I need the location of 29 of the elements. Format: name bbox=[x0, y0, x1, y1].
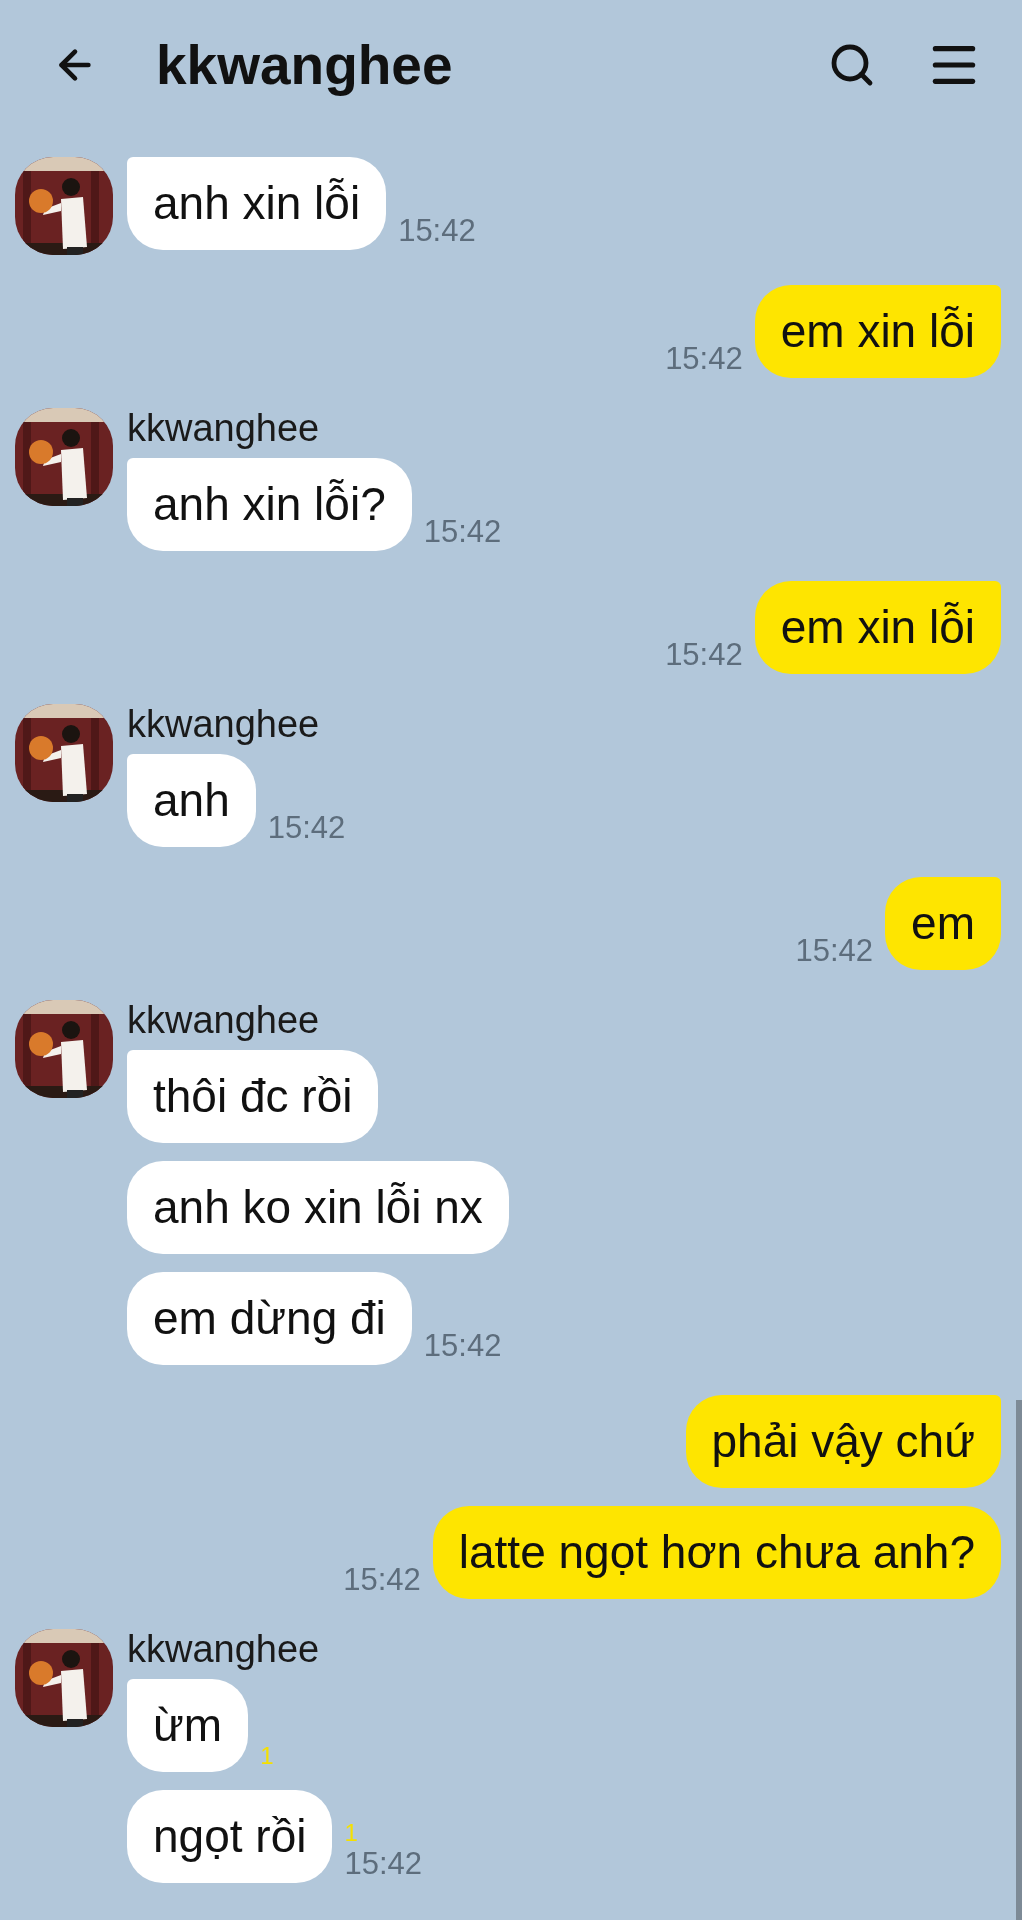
message-time: 15:42 bbox=[344, 1847, 422, 1881]
message-time: 15:42 bbox=[665, 638, 743, 672]
message-bubble: thôi đc rồi bbox=[127, 1050, 379, 1143]
message-bubble: ngọt rồi bbox=[127, 1790, 333, 1883]
unread-count: 1 bbox=[260, 1742, 274, 1770]
message-bubble: em bbox=[885, 877, 1001, 970]
message-bubble: ừm bbox=[127, 1679, 249, 1772]
message-time: 15:42 bbox=[343, 1563, 421, 1597]
message-time: 15:42 bbox=[398, 214, 476, 248]
sender-name: kkwanghee bbox=[127, 704, 320, 744]
message-bubble: anh ko xin lỗi nx bbox=[127, 1161, 509, 1254]
unread-count: 1 bbox=[344, 1819, 358, 1847]
message-time: 15:42 bbox=[267, 811, 346, 845]
message-bubble: em xin lỗi bbox=[754, 285, 1001, 378]
message-bubble: phải vậy chứ bbox=[685, 1395, 1001, 1488]
message-time: 15:42 bbox=[423, 1329, 502, 1363]
message-bubble: em dừng đi bbox=[127, 1272, 412, 1365]
message-time: 15:42 bbox=[795, 934, 874, 968]
message-bubble: anh bbox=[127, 754, 256, 847]
message-time: 15:42 bbox=[423, 515, 502, 549]
sender-name: kkwanghee bbox=[127, 408, 320, 448]
message-time: 15:42 bbox=[665, 342, 743, 376]
message-bubble: anh xin lỗi bbox=[127, 157, 387, 250]
message-bubble: latte ngọt hơn chưa anh? bbox=[432, 1506, 1001, 1599]
sender-name: kkwanghee bbox=[127, 1000, 320, 1040]
chat-title: kkwanghee bbox=[156, 33, 454, 97]
message-bubble: anh xin lỗi? bbox=[127, 458, 412, 551]
message-bubble: em xin lỗi bbox=[754, 581, 1001, 674]
sender-name: kkwanghee bbox=[127, 1629, 320, 1669]
